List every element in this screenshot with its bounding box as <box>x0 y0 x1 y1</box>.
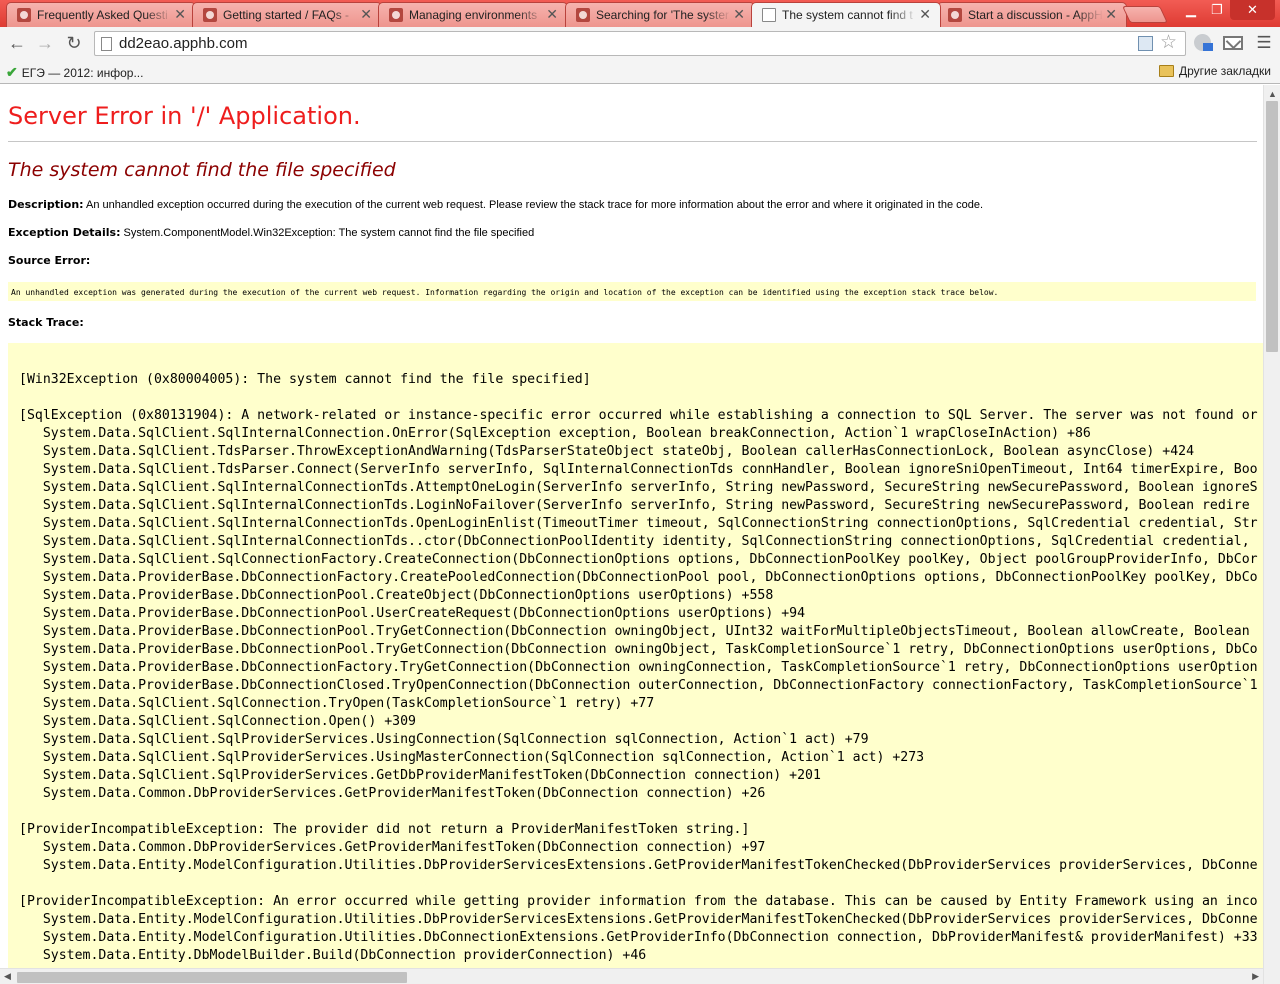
extension-icon[interactable] <box>1192 33 1214 53</box>
browser-toolbar: ← → ↻ ☆ ☰ <box>0 27 1280 60</box>
exception-text: System.ComponentModel.Win32Exception: Th… <box>123 227 535 239</box>
bookmark-star-icon[interactable]: ☆ <box>1160 33 1177 53</box>
tab-start-discussion[interactable]: Start a discussion - AppH ✕ <box>937 2 1127 27</box>
tab-close-icon[interactable]: ✕ <box>174 7 186 21</box>
exception-label: Exception Details: <box>8 226 121 239</box>
description-line: Description: An unhandled exception occu… <box>8 198 983 211</box>
page-favicon-icon <box>762 8 776 22</box>
other-bookmarks[interactable]: Другие закладки <box>1159 64 1271 78</box>
bookmarks-bar: ✔ ЕГЭ — 2012: инфор... Другие закладки <box>0 60 1280 84</box>
tab-title: Searching for 'The syster <box>596 8 730 22</box>
stack-trace-text: [Win32Exception (0x80004005): The system… <box>19 372 1258 963</box>
maximize-icon[interactable]: ❐ <box>1204 0 1230 20</box>
forward-arrow-icon[interactable]: → <box>33 32 57 54</box>
stack-trace-box: [Win32Exception (0x80004005): The system… <box>8 343 1263 968</box>
exception-line: Exception Details: System.ComponentModel… <box>8 226 534 239</box>
bookmark-item[interactable]: ✔ ЕГЭ — 2012: инфор... <box>6 64 143 81</box>
tab-close-icon[interactable]: ✕ <box>546 7 558 21</box>
description-label: Description: <box>8 198 84 211</box>
checkmark-icon: ✔ <box>6 64 18 80</box>
other-bookmarks-label: Другие закладки <box>1179 64 1271 78</box>
tab-strip: Frequently Asked Questi ✕ Getting starte… <box>0 0 1280 27</box>
apphb-favicon-icon <box>576 8 590 22</box>
divider <box>8 141 1257 142</box>
tab-searching[interactable]: Searching for 'The syster ✕ <box>565 2 755 27</box>
gmail-icon[interactable] <box>1222 33 1244 53</box>
scroll-up-arrow-icon[interactable]: ▲ <box>1268 89 1277 99</box>
tab-close-icon[interactable]: ✕ <box>360 7 372 21</box>
wrench-menu-icon[interactable]: ☰ <box>1253 33 1275 53</box>
horizontal-scrollbar[interactable]: ◀ ▶ <box>0 968 1263 984</box>
source-error-box: An unhandled exception was generated dur… <box>8 282 1256 301</box>
tab-faq[interactable]: Frequently Asked Questi ✕ <box>6 2 196 27</box>
description-text: An unhandled exception occurred during t… <box>86 199 984 211</box>
apphb-favicon-icon <box>948 8 962 22</box>
folder-icon <box>1159 65 1174 77</box>
window-close-icon[interactable]: ✕ <box>1230 0 1275 20</box>
url-input[interactable] <box>119 35 1019 52</box>
scroll-right-arrow-icon[interactable]: ▶ <box>1252 971 1259 982</box>
source-error-text: An unhandled exception was generated dur… <box>11 288 999 297</box>
page-content: Server Error in '/' Application. The sys… <box>0 85 1263 968</box>
tab-title: The system cannot find t <box>782 8 913 22</box>
apphb-favicon-icon <box>17 8 31 22</box>
address-bar[interactable]: ☆ <box>94 31 1186 56</box>
back-arrow-icon[interactable]: ← <box>5 32 29 54</box>
tab-close-icon[interactable]: ✕ <box>919 7 931 21</box>
apphb-favicon-icon <box>389 8 403 22</box>
tab-managing-environments[interactable]: Managing environments ✕ <box>378 2 568 27</box>
translate-icon[interactable] <box>1138 36 1153 51</box>
tab-title: Managing environments <box>409 8 538 22</box>
tab-close-icon[interactable]: ✕ <box>1105 7 1117 21</box>
page-heading: Server Error in '/' Application. <box>8 102 361 130</box>
tab-title: Start a discussion - AppH <box>968 8 1103 22</box>
stack-trace-label: Stack Trace: <box>8 316 84 329</box>
error-title: The system cannot find the file specifie… <box>8 159 396 181</box>
stack-trace-heading: Stack Trace: <box>8 316 84 329</box>
reload-icon[interactable]: ↻ <box>62 32 86 54</box>
horizontal-scroll-thumb[interactable] <box>17 972 407 983</box>
new-tab-button[interactable] <box>1122 6 1168 23</box>
vertical-scrollbar[interactable]: ▲ <box>1263 85 1280 984</box>
page-icon <box>101 37 112 51</box>
tab-error-page[interactable]: The system cannot find t ✕ <box>751 2 941 27</box>
tab-title: Frequently Asked Questi <box>37 8 168 22</box>
tab-close-icon[interactable]: ✕ <box>733 7 745 21</box>
scroll-left-arrow-icon[interactable]: ◀ <box>4 971 11 982</box>
source-error-heading: Source Error: <box>8 254 90 267</box>
vertical-scroll-thumb[interactable] <box>1266 101 1278 352</box>
bookmark-label: ЕГЭ — 2012: инфор... <box>21 66 144 80</box>
apphb-favicon-icon <box>203 8 217 22</box>
tab-title: Getting started / FAQs - <box>223 8 350 22</box>
minimize-icon[interactable]: ▁ <box>1178 0 1204 20</box>
source-error-label: Source Error: <box>8 254 91 267</box>
tab-getting-started[interactable]: Getting started / FAQs - ✕ <box>192 2 382 27</box>
